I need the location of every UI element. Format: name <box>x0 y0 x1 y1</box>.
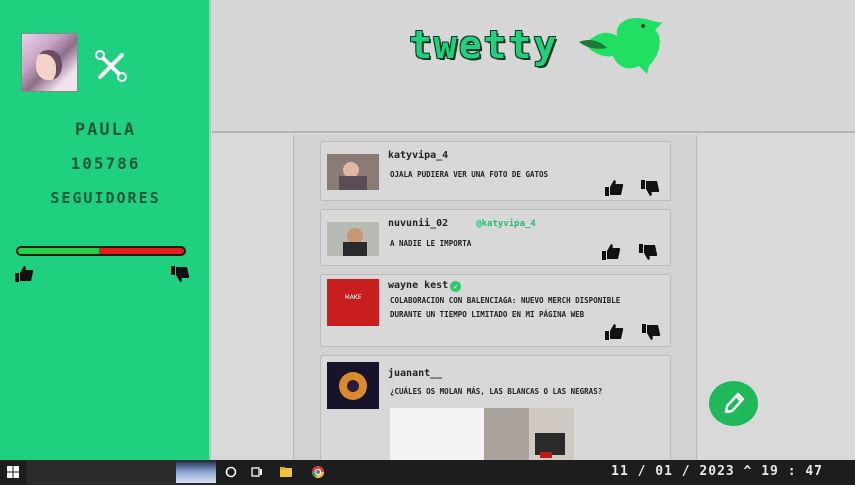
cortana-icon[interactable] <box>224 465 238 479</box>
taskbar-search-image <box>176 462 216 483</box>
app-window: PAULA 105786 SEGUIDORES twetty katyvipa_… <box>0 0 855 485</box>
post-mention[interactable]: @katyvipa_4 <box>476 219 536 229</box>
like-button[interactable] <box>604 179 624 197</box>
os-taskbar: 11 / 01 / 2023 ^ 19 : 47 <box>0 460 855 485</box>
bird-logo-icon <box>579 18 663 74</box>
post-text: COLABORACION CON BALENCIAGA: NUEVO MERCH… <box>390 296 621 319</box>
dislike-button[interactable] <box>640 179 660 197</box>
dislike-button[interactable] <box>638 243 658 261</box>
task-view-icon[interactable] <box>250 465 264 479</box>
chrome-icon[interactable] <box>311 465 325 479</box>
post-image[interactable] <box>390 408 574 460</box>
post-avatar[interactable]: MAKE <box>327 279 379 326</box>
post-text: ¿CUÁLES OS MOLAN MÁS, LAS BLANCAS O LAS … <box>390 387 603 396</box>
post-card[interactable]: nuvunii_02 @katyvipa_4 A NADIE LE IMPORTA <box>320 209 671 266</box>
post-avatar[interactable] <box>327 222 379 256</box>
like-ratio-fill <box>18 248 100 254</box>
dislike-button[interactable] <box>641 323 661 341</box>
follower-count: 105786 <box>70 154 141 173</box>
post-avatar[interactable] <box>327 154 379 190</box>
compose-post-button[interactable] <box>709 381 758 426</box>
post-card[interactable]: MAKE wayne kest ✓ COLABORACION CON BALENC… <box>320 274 671 347</box>
post-username[interactable]: wayne kest ✓ <box>388 280 462 292</box>
post-username[interactable]: katyvipa_4 <box>388 150 448 161</box>
post-card[interactable]: katyvipa_4 OJALA PUDIERA VER UNA FOTO DE… <box>320 141 671 201</box>
post-username[interactable]: nuvunii_02 @katyvipa_4 <box>388 218 536 229</box>
profile-avatar[interactable] <box>21 33 78 92</box>
thumbs-up-icon <box>15 266 34 282</box>
file-explorer-icon[interactable] <box>279 465 293 479</box>
like-button[interactable] <box>601 243 621 261</box>
post-feed[interactable]: katyvipa_4 OJALA PUDIERA VER UNA FOTO DE… <box>293 135 697 460</box>
svg-text:MAKE: MAKE <box>344 294 361 301</box>
windows-start-icon[interactable] <box>7 466 19 478</box>
profile-name: PAULA <box>74 120 137 140</box>
follower-label: SEGUIDORES <box>50 189 161 207</box>
post-avatar[interactable] <box>327 362 379 409</box>
post-card[interactable]: juanant__ ¿CUÁLES OS MOLAN MÁS, LAS BLAN… <box>320 355 671 460</box>
like-ratio-bar <box>16 246 186 256</box>
profile-sidebar: PAULA 105786 SEGUIDORES <box>0 0 211 460</box>
settings-tools-icon[interactable] <box>93 48 129 84</box>
brand-logo-text: twetty <box>409 23 559 67</box>
thumbs-down-icon <box>171 266 190 282</box>
post-username[interactable]: juanant__ <box>388 368 442 379</box>
verified-badge-icon: ✓ <box>450 281 462 292</box>
taskbar-clock[interactable]: 11 / 01 / 2023 ^ 19 : 47 <box>611 464 823 479</box>
like-button[interactable] <box>604 323 624 341</box>
app-header: twetty <box>212 0 855 133</box>
